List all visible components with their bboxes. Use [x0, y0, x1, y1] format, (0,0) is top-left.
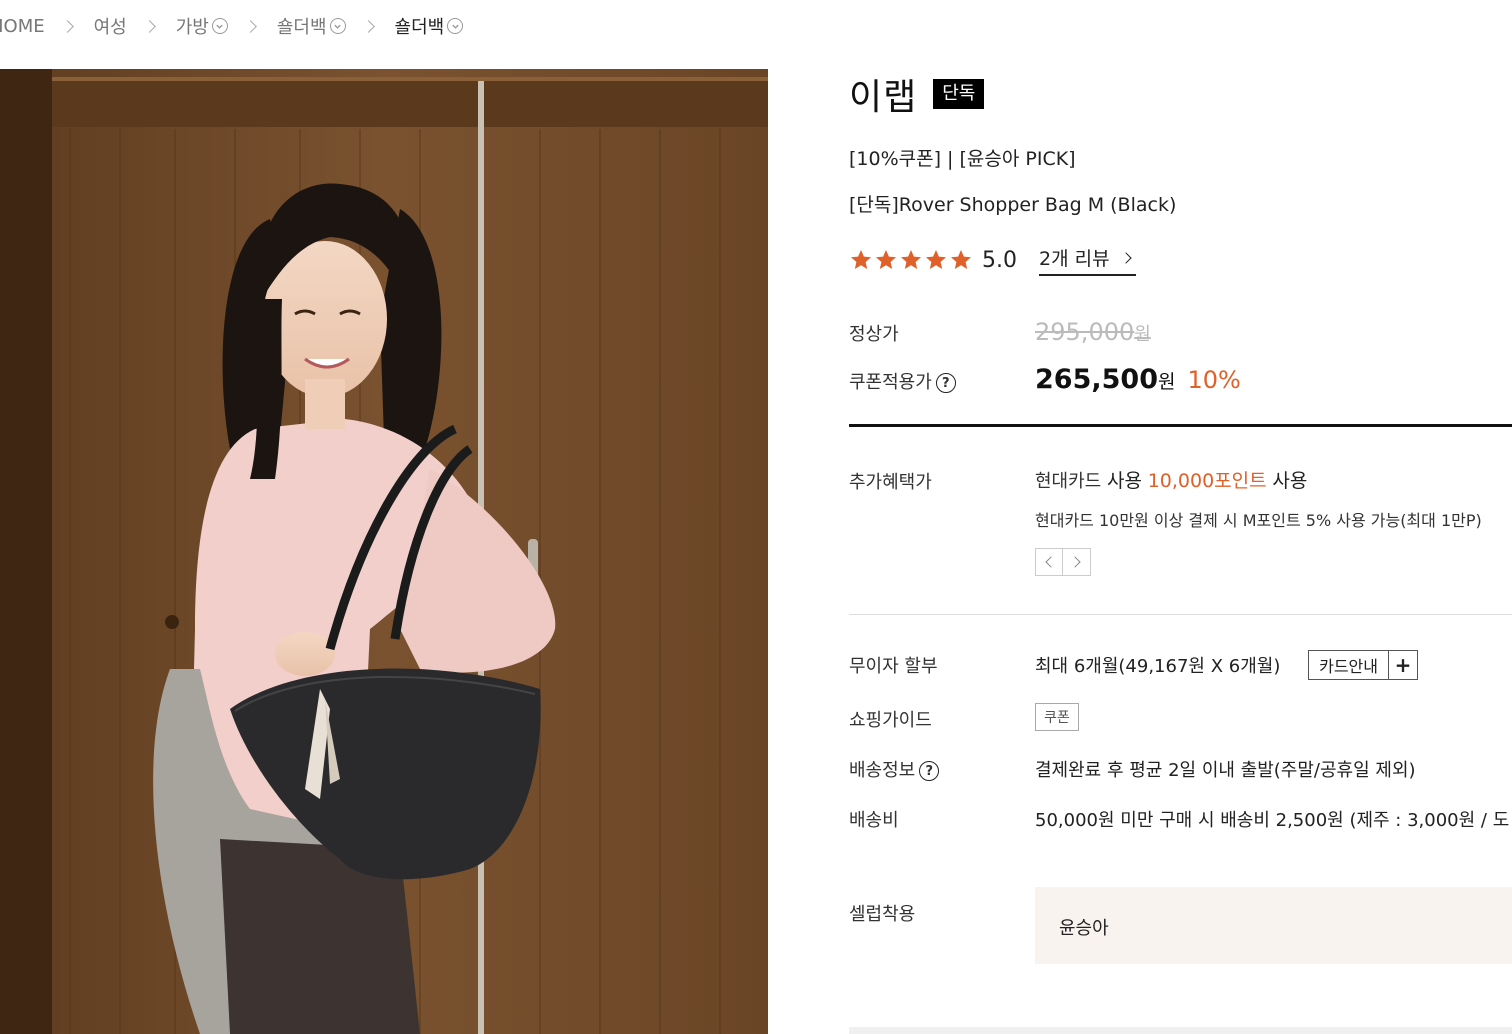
brand-row: 이랩 단독: [849, 68, 985, 120]
celeb-name[interactable]: 윤승아: [1059, 914, 1109, 940]
star-rating: [849, 248, 974, 272]
benefit-note: 현대카드 10만원 이상 결제 시 M포인트 5% 사용 가능(최대 1만P): [1035, 511, 1482, 530]
breadcrumb-shoulder-bag-current[interactable]: 숄더백: [395, 13, 464, 39]
star-icon: [901, 250, 921, 269]
installment-label: 무이자 할부: [849, 656, 938, 677]
chevron-down-icon[interactable]: [329, 18, 346, 34]
breadcrumb: HOME 여성 가방 숄더백 숄더백: [0, 12, 464, 40]
review-link-label: 2개 리뷰: [1039, 248, 1110, 270]
shipping-fee-value: 50,000원 미만 구매 시 배송비 2,500원 (제주 : 3,000원 …: [1035, 810, 1510, 831]
benefit-pager: [1035, 548, 1091, 576]
breadcrumb-shoulder-bag[interactable]: 숄더백: [277, 13, 346, 39]
coupon-tag[interactable]: 쿠폰: [1035, 703, 1079, 731]
benefit-use-text-2: 사용: [1272, 470, 1308, 492]
celeb-box: 윤승아: [1035, 887, 1512, 964]
discount-rate: 10%: [1187, 366, 1241, 394]
benefit-use-text: 사용: [1106, 470, 1142, 492]
breadcrumb-home[interactable]: HOME: [0, 16, 45, 37]
brand-name[interactable]: 이랩: [849, 68, 917, 120]
installment-value: 최대 6개월(49,167원 X 6개월): [1035, 656, 1281, 677]
card-guide-button[interactable]: 카드안내 +: [1308, 650, 1418, 680]
shopping-guide-label: 쇼핑가이드: [849, 710, 932, 731]
divider: [849, 614, 1512, 615]
star-icon: [876, 250, 896, 269]
shipping-fee-label: 배송비: [849, 810, 899, 831]
breadcrumb-current-label: 숄더백: [394, 17, 445, 38]
regular-price-unit: 원: [1134, 324, 1151, 345]
shipping-info-label: 배송정보?: [849, 756, 940, 782]
shopping-guide-row: 쿠폰: [1035, 703, 1079, 731]
coupon-price-label-text: 쿠폰적용가: [849, 372, 932, 393]
coupon-price-label: 쿠폰적용가?: [849, 368, 956, 394]
exclusive-badge: 단독: [933, 79, 985, 109]
question-icon[interactable]: ?: [935, 373, 956, 393]
rating-row: 5.0 2개 리뷰: [849, 244, 1136, 276]
divider: [849, 424, 1512, 427]
chevron-right-icon: [142, 19, 156, 33]
divider: [849, 1027, 1512, 1034]
breadcrumb-women[interactable]: 여성: [94, 13, 127, 39]
chevron-right-icon: [60, 19, 74, 33]
rating-score: 5.0: [982, 247, 1017, 273]
benefit-points: 10,000포인트: [1147, 470, 1267, 492]
chevron-down-icon[interactable]: [447, 18, 464, 34]
plus-icon: +: [1394, 653, 1412, 677]
breadcrumb-bags[interactable]: 가방: [176, 13, 228, 39]
chevron-right-icon: [1119, 251, 1132, 264]
shipping-info-value: 결제완료 후 평균 2일 이내 출발(주말/공휴일 제외): [1035, 760, 1416, 781]
star-icon: [926, 250, 946, 269]
regular-price-number: 295,000: [1035, 318, 1135, 346]
question-icon[interactable]: ?: [919, 761, 940, 781]
review-link[interactable]: 2개 리뷰: [1039, 244, 1136, 276]
breadcrumb-shoulder-label: 숄더백: [276, 17, 327, 38]
product-info-panel: 이랩 단독 [10%쿠폰] | [윤승아 PICK] [단독]Rover Sho…: [849, 0, 1512, 1034]
chevron-right-icon: [243, 19, 257, 33]
regular-price: 295,000원: [1035, 318, 1151, 346]
celeb-label: 셀럽착용: [849, 904, 916, 925]
breadcrumb-bags-label: 가방: [175, 17, 209, 38]
chevron-right-icon: [1069, 556, 1081, 568]
benefit-main: 현대카드 사용 10,000포인트 사용: [1035, 466, 1307, 493]
prev-button[interactable]: [1035, 548, 1063, 576]
benefit-label: 추가혜택가: [849, 472, 932, 493]
chevron-left-icon: [1044, 556, 1057, 568]
promo-line: [10%쿠폰] | [윤승아 PICK]: [849, 148, 1076, 170]
card-guide-label: 카드안내: [1309, 651, 1389, 679]
breadcrumb-women-label: 여성: [93, 17, 127, 38]
coupon-price-value: 265,500: [1035, 364, 1158, 395]
star-icon: [851, 250, 871, 269]
next-button[interactable]: [1063, 548, 1091, 576]
breadcrumb-home-label: HOME: [0, 15, 45, 37]
chevron-right-icon: [361, 19, 375, 33]
regular-price-label: 정상가: [849, 324, 899, 345]
product-image[interactable]: [0, 69, 768, 1034]
benefit-card-name: 현대카드: [1035, 471, 1102, 492]
coupon-price: 265,500원 10%: [1035, 364, 1241, 395]
chevron-down-icon[interactable]: [211, 18, 228, 34]
star-icon: [951, 250, 971, 269]
coupon-price-unit: 원: [1157, 371, 1176, 393]
product-name: [단독]Rover Shopper Bag M (Black): [849, 194, 1177, 216]
shipping-info-label-text: 배송정보: [849, 760, 916, 781]
installment-row: 최대 6개월(49,167원 X 6개월) 카드안내 +: [1035, 650, 1418, 680]
regular-price-value: 295,000원: [1035, 318, 1151, 346]
